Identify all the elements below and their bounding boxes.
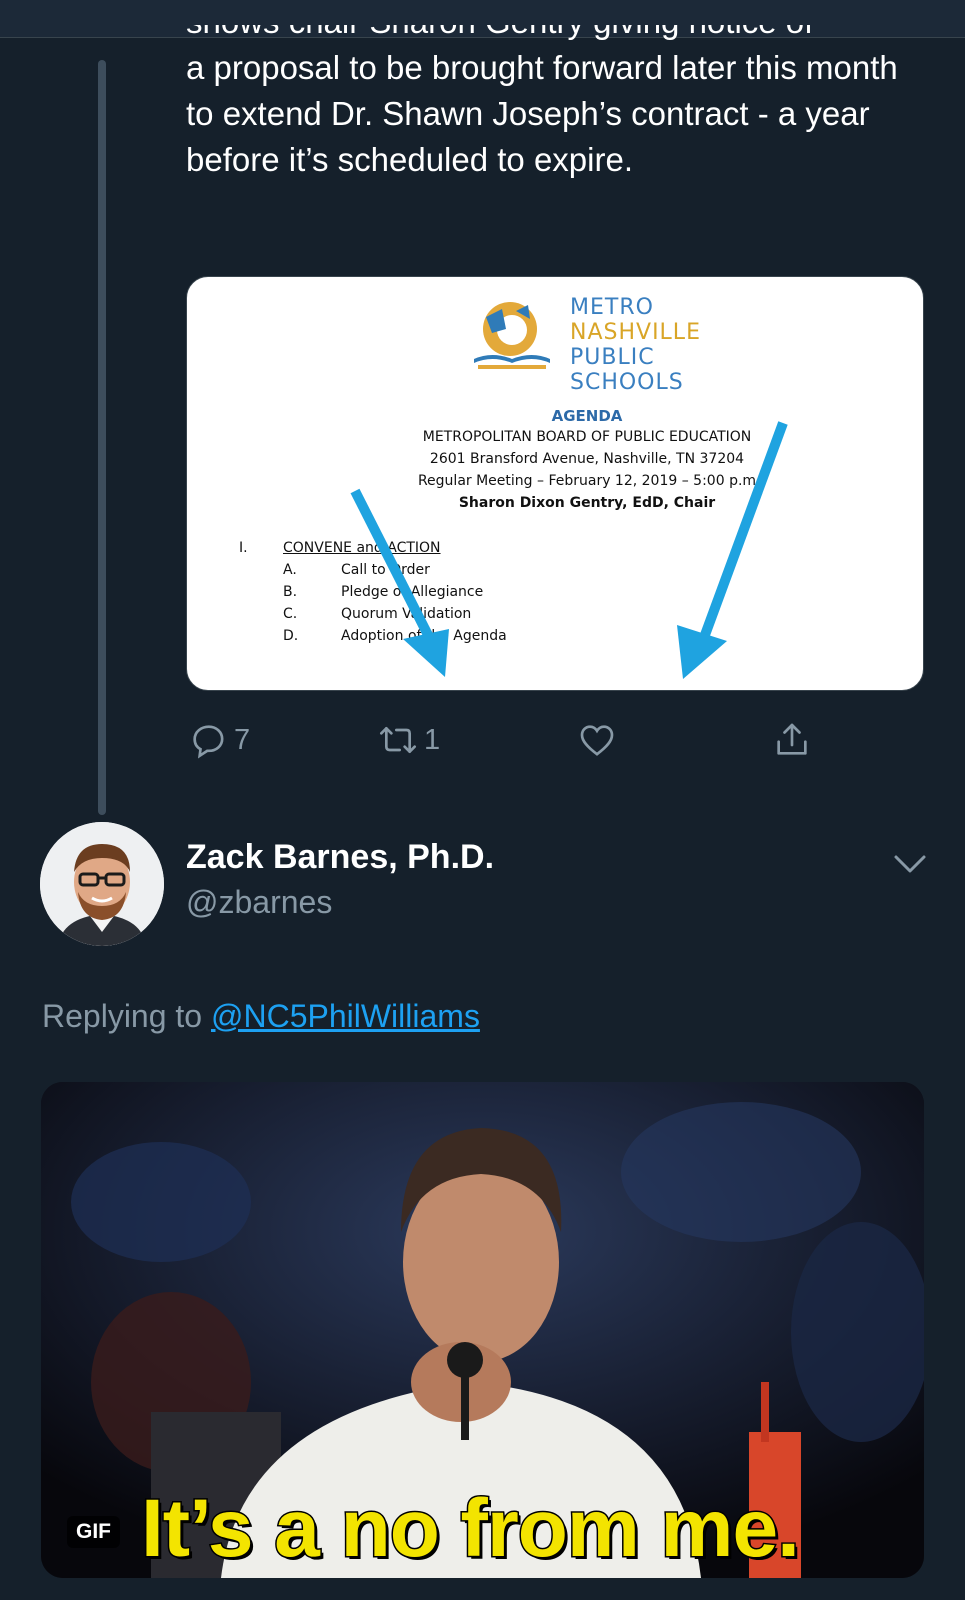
retweet-button[interactable]: 1 (378, 720, 440, 760)
share-button[interactable] (772, 720, 818, 760)
tweet-text-body: a proposal to be brought forward later t… (186, 49, 898, 178)
tweet-actions: 7 1 (0, 720, 965, 766)
reply-count: 7 (234, 723, 251, 756)
user-display-name[interactable]: Zack Barnes, Ph.D. (186, 838, 494, 877)
gif-caption: It’s a no from me. (140, 1482, 802, 1576)
gif-badge: GIF (67, 1516, 120, 1548)
share-icon (777, 723, 807, 755)
annotation-arrows (350, 421, 788, 679)
user-avatar-icon (40, 822, 164, 946)
arrow-right-icon (677, 421, 788, 679)
tweet-text-cut-line: shows chair Sharon Gentry giving notice … (186, 25, 916, 45)
user-handle[interactable]: @zbarnes (186, 884, 332, 921)
chevron-down-icon[interactable] (893, 852, 927, 876)
replying-to-line: Replying to @NC5PhilWilliams (42, 998, 480, 1035)
arrow-left-icon (350, 488, 449, 677)
replying-prefix: Replying to (42, 998, 203, 1034)
heart-icon (580, 725, 614, 756)
replying-to-link[interactable]: @NC5PhilWilliams (211, 998, 480, 1034)
reply-button[interactable]: 7 (188, 720, 250, 760)
retweet-icon (380, 727, 416, 753)
gif-media[interactable]: GIF It’s a no from me. (41, 1082, 924, 1578)
avatar[interactable] (40, 822, 164, 946)
like-button[interactable] (577, 720, 623, 760)
attached-image-agenda[interactable]: METRO NASHVILLE PUBLIC SCHOOLS AGENDA ME… (186, 276, 924, 691)
reply-icon (193, 725, 224, 759)
tweet-text: shows chair Sharon Gentry giving notice … (186, 25, 916, 183)
thread-connector-line (98, 60, 106, 815)
retweet-count: 1 (424, 723, 441, 756)
